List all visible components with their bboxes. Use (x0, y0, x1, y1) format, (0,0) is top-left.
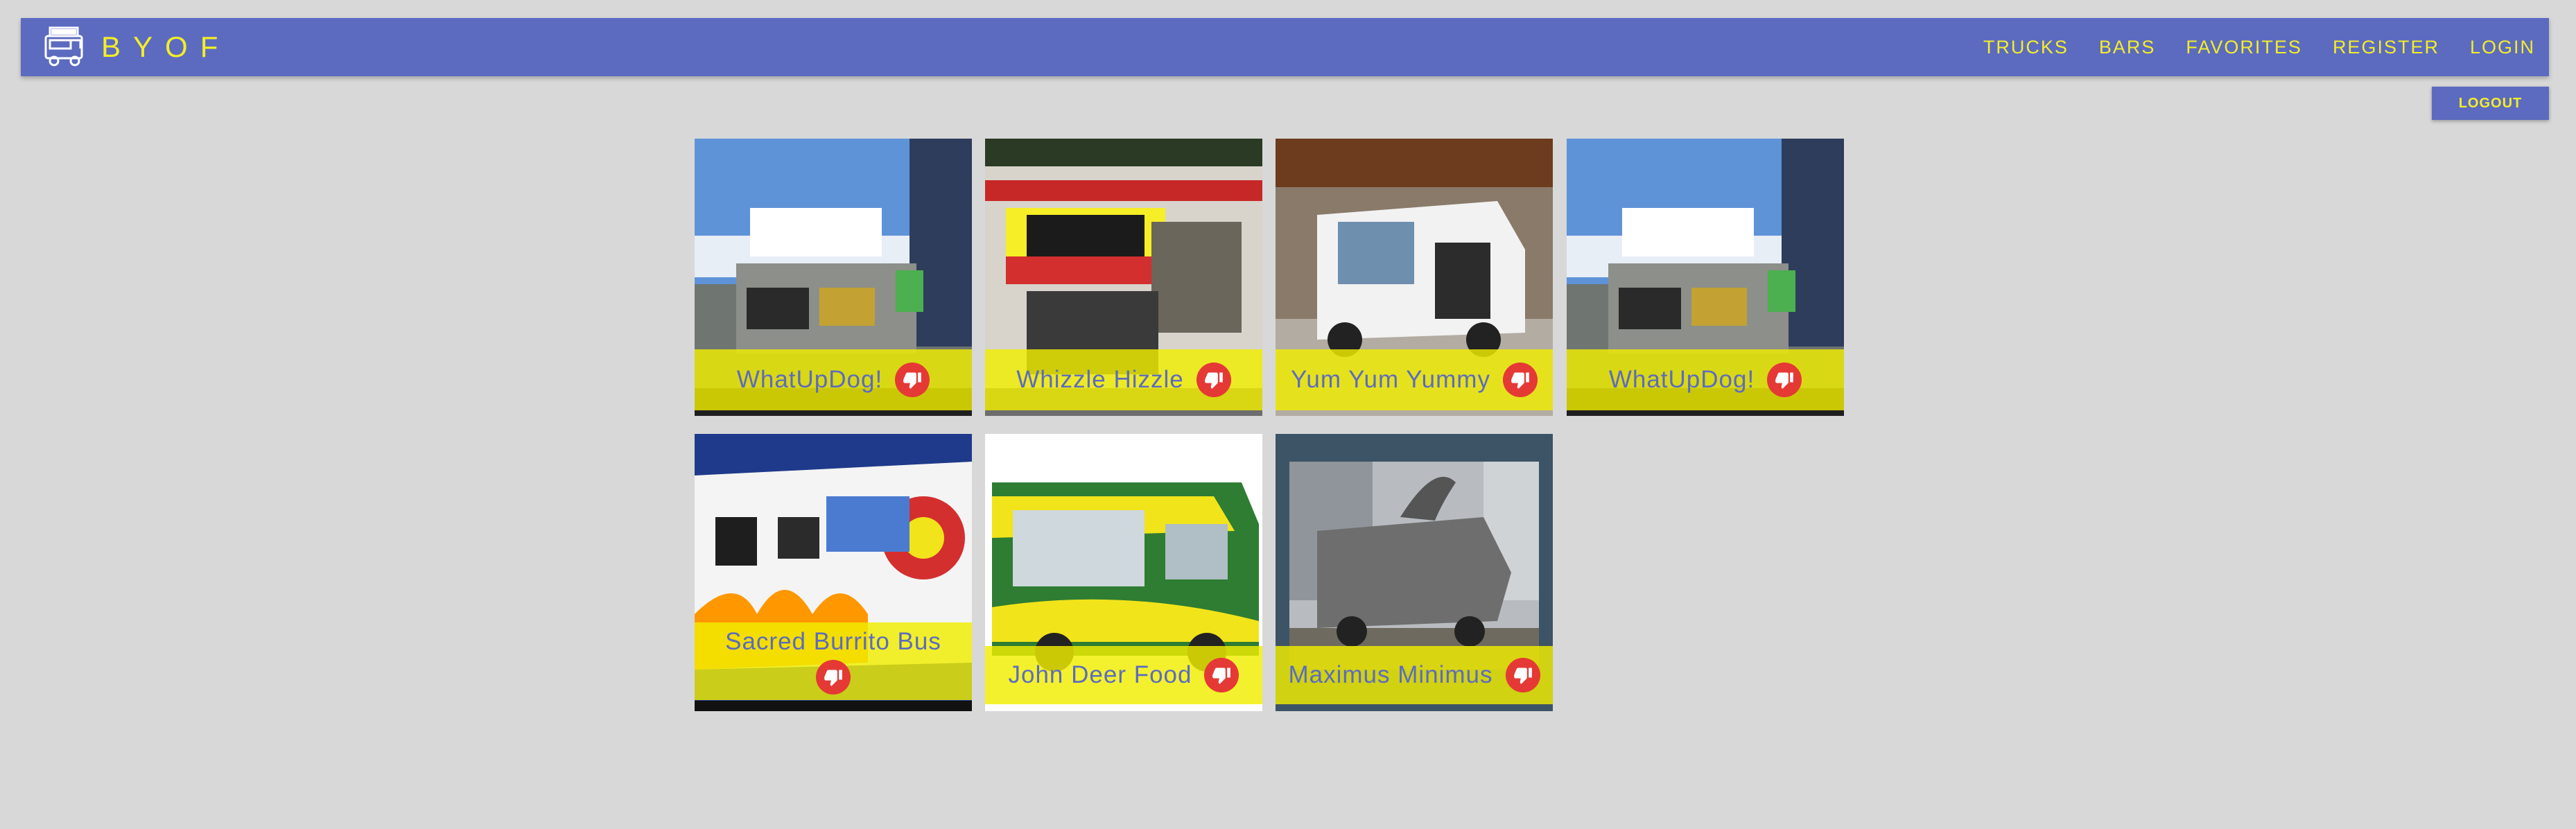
truck-name: Yum Yum Yummy (1291, 366, 1490, 393)
truck-card[interactable]: Whizzle Hizzle (985, 139, 1262, 416)
thumbs-down-icon[interactable] (1196, 363, 1231, 397)
card-caption: Yum Yum Yummy (1276, 349, 1553, 410)
truck-name: WhatUpDog! (736, 366, 883, 393)
card-caption: John Deer Food (985, 646, 1262, 704)
card-caption: Whizzle Hizzle (985, 349, 1262, 410)
nav-register[interactable]: REGISTER (2333, 37, 2439, 58)
card-caption: WhatUpDog! (1567, 349, 1844, 410)
truck-name: Maximus Minimus (1288, 661, 1493, 688)
thumbs-down-icon[interactable] (1505, 658, 1540, 692)
truck-name: John Deer Food (1008, 661, 1192, 688)
truck-card[interactable]: WhatUpDog! (1567, 139, 1844, 416)
truck-card[interactable]: Sacred Burrito Bus (695, 434, 972, 711)
truck-card[interactable]: John Deer Food (985, 434, 1262, 711)
truck-name: Whizzle Hizzle (1016, 366, 1184, 393)
brand-title[interactable]: BYOF (101, 28, 230, 67)
thumbs-down-icon[interactable] (1204, 658, 1239, 692)
truck-card[interactable]: Yum Yum Yummy (1276, 139, 1553, 416)
card-caption: WhatUpDog! (695, 349, 972, 410)
thumbs-down-icon[interactable] (1502, 363, 1538, 397)
thumbs-down-icon[interactable] (816, 660, 851, 695)
card-caption: Maximus Minimus (1276, 646, 1553, 704)
nav-trucks[interactable]: TRUCKS (1983, 37, 2069, 58)
card-caption: Sacred Burrito Bus (695, 622, 972, 700)
nav-favorites[interactable]: FAVORITES (2186, 37, 2302, 58)
nav-links: TRUCKS BARS FAVORITES REGISTER LOGIN (1953, 18, 2535, 76)
thumbs-down-icon[interactable] (1767, 363, 1802, 397)
truck-card[interactable]: Maximus Minimus (1276, 434, 1553, 711)
truck-card[interactable]: WhatUpDog! (695, 139, 972, 416)
thumbs-down-icon[interactable] (895, 363, 930, 397)
nav-bars[interactable]: BARS (2099, 37, 2156, 58)
truck-name: WhatUpDog! (1608, 366, 1755, 393)
food-truck-icon[interactable] (40, 24, 90, 71)
logout-button[interactable]: LOGOUT (2432, 87, 2549, 120)
nav-login[interactable]: LOGIN (2470, 37, 2535, 58)
truck-name: Sacred Burrito Bus (725, 628, 941, 655)
navbar: BYOF TRUCKS BARS FAVORITES REGISTER LOGI… (21, 18, 2549, 76)
